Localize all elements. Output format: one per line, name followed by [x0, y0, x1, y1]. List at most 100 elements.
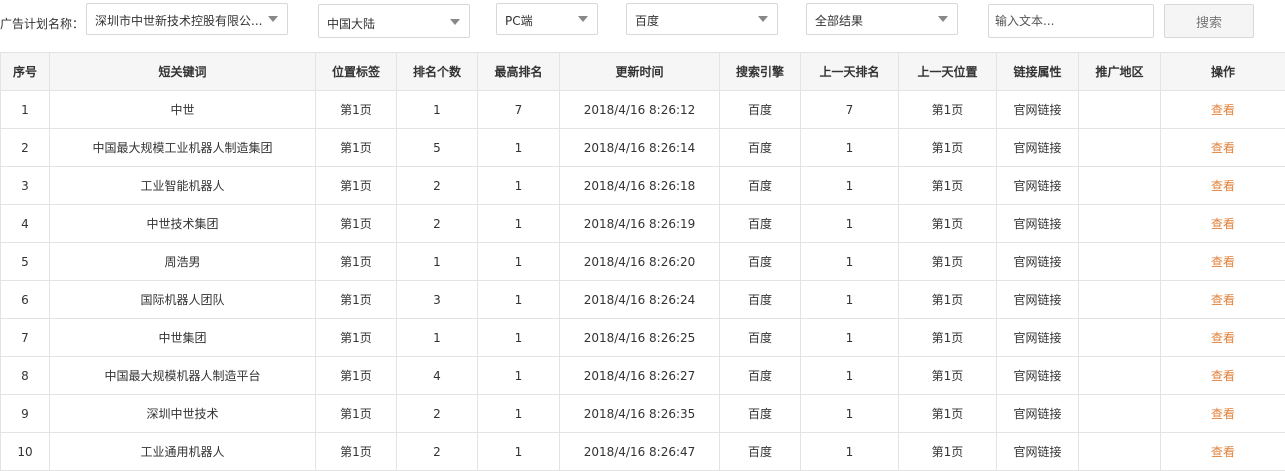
cell-top-rank: 1	[478, 433, 560, 471]
table-row: 5周浩男第1页112018/4/16 8:26:20百度1第1页官网链接查看	[1, 243, 1285, 281]
cell-prev-position: 第1页	[899, 395, 997, 433]
cell-search-engine: 百度	[720, 395, 801, 433]
cell-update-time: 2018/4/16 8:26:24	[560, 281, 720, 319]
cell-action: 查看	[1161, 319, 1285, 357]
view-link[interactable]: 查看	[1211, 331, 1235, 345]
cell-position-tag: 第1页	[316, 395, 397, 433]
result-select[interactable]: 全部结果	[806, 3, 958, 35]
search-button[interactable]: 搜索	[1164, 4, 1254, 38]
view-link[interactable]: 查看	[1211, 255, 1235, 269]
cell-rank-count: 5	[397, 129, 478, 167]
cell-keyword: 工业智能机器人	[50, 167, 316, 205]
cell-prev-position: 第1页	[899, 205, 997, 243]
view-link[interactable]: 查看	[1211, 407, 1235, 421]
cell-rank-count: 1	[397, 243, 478, 281]
cell-position-tag: 第1页	[316, 91, 397, 129]
cell-action: 查看	[1161, 129, 1285, 167]
cell-position-tag: 第1页	[316, 281, 397, 319]
cell-index: 2	[1, 129, 50, 167]
cell-keyword: 中国最大规模工业机器人制造集团	[50, 129, 316, 167]
cell-keyword: 工业通用机器人	[50, 433, 316, 471]
cell-search-engine: 百度	[720, 433, 801, 471]
cell-update-time: 2018/4/16 8:26:35	[560, 395, 720, 433]
cell-prev-rank: 1	[801, 205, 899, 243]
table-row: 7中世集团第1页112018/4/16 8:26:25百度1第1页官网链接查看	[1, 319, 1285, 357]
cell-prev-rank: 1	[801, 395, 899, 433]
cell-top-rank: 1	[478, 281, 560, 319]
cell-index: 3	[1, 167, 50, 205]
view-link[interactable]: 查看	[1211, 103, 1235, 117]
view-link[interactable]: 查看	[1211, 445, 1235, 459]
engine-select[interactable]: 百度	[626, 3, 778, 35]
header-rank-count: 排名个数	[397, 53, 478, 91]
view-link[interactable]: 查看	[1211, 293, 1235, 307]
cell-region	[1079, 395, 1161, 433]
keyword-ranking-table: 序号短关键词位置标签排名个数最高排名更新时间搜索引擎上一天排名上一天位置链接属性…	[0, 52, 1285, 471]
cell-link-type: 官网链接	[997, 243, 1079, 281]
cell-search-engine: 百度	[720, 243, 801, 281]
table-row: 3工业智能机器人第1页212018/4/16 8:26:18百度1第1页官网链接…	[1, 167, 1285, 205]
search-input[interactable]	[988, 4, 1154, 38]
cell-prev-position: 第1页	[899, 167, 997, 205]
cell-search-engine: 百度	[720, 319, 801, 357]
cell-prev-rank: 1	[801, 167, 899, 205]
view-link[interactable]: 查看	[1211, 179, 1235, 193]
cell-top-rank: 1	[478, 357, 560, 395]
table-row: 9深圳中世技术第1页212018/4/16 8:26:35百度1第1页官网链接查…	[1, 395, 1285, 433]
device-select-value: PC端	[505, 12, 533, 29]
cell-search-engine: 百度	[720, 205, 801, 243]
cell-link-type: 官网链接	[997, 281, 1079, 319]
cell-link-type: 官网链接	[997, 319, 1079, 357]
cell-keyword: 深圳中世技术	[50, 395, 316, 433]
cell-prev-rank: 1	[801, 357, 899, 395]
cell-region	[1079, 129, 1161, 167]
cell-rank-count: 2	[397, 395, 478, 433]
cell-prev-rank: 1	[801, 129, 899, 167]
header-region: 推广地区	[1079, 53, 1161, 91]
cell-link-type: 官网链接	[997, 129, 1079, 167]
cell-action: 查看	[1161, 91, 1285, 129]
cell-index: 9	[1, 395, 50, 433]
header-action: 操作	[1161, 53, 1285, 91]
cell-prev-position: 第1页	[899, 357, 997, 395]
plan-select[interactable]: 深圳市中世新技术控股有限公...	[86, 3, 288, 35]
cell-region	[1079, 433, 1161, 471]
cell-region	[1079, 281, 1161, 319]
plan-select-value: 深圳市中世新技术控股有限公...	[95, 12, 262, 29]
device-select[interactable]: PC端	[496, 3, 598, 35]
header-search-engine: 搜索引擎	[720, 53, 801, 91]
cell-index: 4	[1, 205, 50, 243]
cell-index: 7	[1, 319, 50, 357]
engine-select-value: 百度	[635, 12, 659, 29]
region-select-value: 中国大陆	[327, 15, 375, 32]
cell-rank-count: 3	[397, 281, 478, 319]
cell-top-rank: 1	[478, 167, 560, 205]
header-update-time: 更新时间	[560, 53, 720, 91]
cell-update-time: 2018/4/16 8:26:12	[560, 91, 720, 129]
region-select[interactable]: 中国大陆	[318, 4, 470, 38]
cell-prev-rank: 1	[801, 243, 899, 281]
cell-prev-position: 第1页	[899, 243, 997, 281]
cell-update-time: 2018/4/16 8:26:14	[560, 129, 720, 167]
view-link[interactable]: 查看	[1211, 141, 1235, 155]
cell-position-tag: 第1页	[316, 205, 397, 243]
cell-keyword: 周浩男	[50, 243, 316, 281]
cell-rank-count: 1	[397, 319, 478, 357]
cell-search-engine: 百度	[720, 281, 801, 319]
cell-rank-count: 4	[397, 357, 478, 395]
cell-region	[1079, 243, 1161, 281]
cell-link-type: 官网链接	[997, 91, 1079, 129]
cell-index: 6	[1, 281, 50, 319]
cell-region	[1079, 205, 1161, 243]
table-row: 10工业通用机器人第1页212018/4/16 8:26:47百度1第1页官网链…	[1, 433, 1285, 471]
cell-prev-position: 第1页	[899, 281, 997, 319]
cell-index: 10	[1, 433, 50, 471]
cell-update-time: 2018/4/16 8:26:19	[560, 205, 720, 243]
view-link[interactable]: 查看	[1211, 217, 1235, 231]
cell-region	[1079, 167, 1161, 205]
cell-link-type: 官网链接	[997, 357, 1079, 395]
cell-update-time: 2018/4/16 8:26:25	[560, 319, 720, 357]
view-link[interactable]: 查看	[1211, 369, 1235, 383]
cell-link-type: 官网链接	[997, 167, 1079, 205]
cell-keyword: 中世集团	[50, 319, 316, 357]
